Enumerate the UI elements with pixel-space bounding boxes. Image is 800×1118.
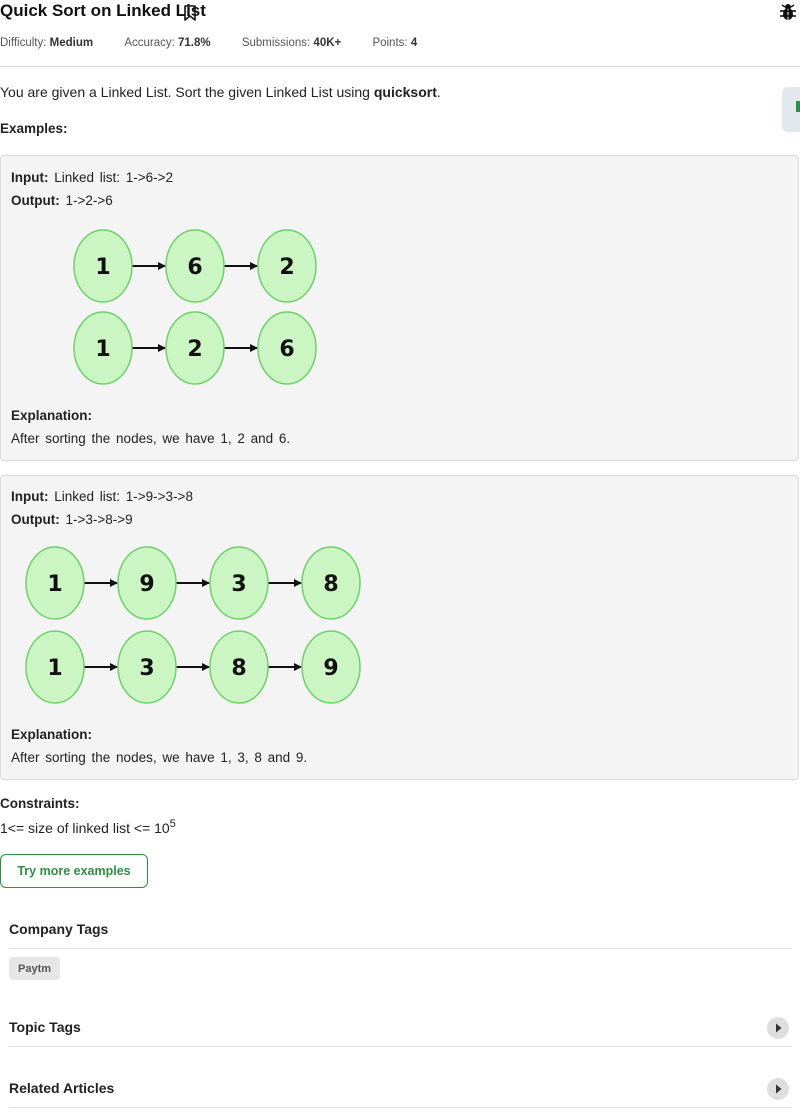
meta-submissions: Submissions: 40K+: [241, 37, 342, 49]
company-tags-divider: [9, 948, 792, 949]
list-node-value: 6: [279, 337, 294, 362]
list-node-value: 3: [231, 572, 246, 597]
side-panel-tab[interactable]: [782, 87, 800, 132]
list-node-value: 2: [187, 337, 202, 362]
related-articles-title[interactable]: Related Articles: [9, 1080, 114, 1096]
problem-meta: Difficulty: Medium Accuracy: 71.8% Submi…: [0, 37, 445, 49]
list-node-value: 2: [279, 255, 294, 280]
list-node-value: 1: [47, 656, 62, 681]
bookmark-icon[interactable]: [182, 4, 198, 22]
header-divider: [0, 66, 800, 67]
list-node-value: 1: [95, 255, 110, 280]
side-panel-indicator: [796, 101, 800, 112]
example-2-explanation-text: After sorting the nodes, we have 1, 3, 8…: [11, 750, 308, 765]
company-tag-chip[interactable]: Paytm: [9, 957, 61, 980]
meta-accuracy: Accuracy: 71.8%: [124, 37, 211, 49]
example-1-explanation-label: Explanation:: [11, 408, 93, 423]
topic-tags-divider: [9, 1046, 792, 1047]
example-2-diagram: 1 9 3 81 3 8 9: [25, 546, 361, 704]
example-box-2: Input: Linked list: 1->9->3->8 Output: 1…: [0, 475, 799, 780]
list-node-value: 9: [139, 572, 154, 597]
caret-right-icon: [776, 1084, 782, 1094]
list-node-value: 8: [323, 572, 338, 597]
topic-tags-title[interactable]: Topic Tags: [9, 1019, 81, 1035]
example-1-diagram: 1 6 2 1 2 6: [73, 229, 317, 385]
list-node-value: 1: [47, 572, 62, 597]
related-articles-divider: [9, 1107, 792, 1108]
list-node-value: 8: [231, 656, 246, 681]
company-tags-title: Company Tags: [9, 921, 109, 937]
list-node-value: 6: [187, 255, 202, 280]
meta-points: Points: 4: [372, 37, 418, 49]
bug-icon[interactable]: [778, 2, 798, 22]
caret-right-icon: [776, 1023, 782, 1033]
meta-difficulty: Difficulty: Medium: [0, 37, 94, 49]
constraints-label: Constraints:: [0, 796, 80, 811]
topic-tags-expand-button[interactable]: [767, 1017, 789, 1039]
constraint-text: 1<= size of linked list <= 105: [0, 818, 176, 836]
list-node-value: 3: [139, 656, 154, 681]
list-node-value: 1: [95, 337, 110, 362]
try-more-examples-button[interactable]: Try more examples: [0, 854, 148, 888]
problem-title: Quick Sort on Linked List: [0, 1, 206, 20]
list-node-value: 9: [323, 656, 338, 681]
problem-description: You are given a Linked List. Sort the gi…: [0, 84, 441, 100]
example-box-1: Input: Linked list: 1->6->2 Output: 1->2…: [0, 155, 799, 461]
example-1-explanation-text: After sorting the nodes, we have 1, 2 an…: [11, 431, 291, 446]
examples-label: Examples:: [0, 121, 68, 136]
related-articles-expand-button[interactable]: [767, 1078, 789, 1100]
example-2-explanation-label: Explanation:: [11, 727, 93, 742]
problem-header: Quick Sort on Linked List: [0, 0, 800, 26]
